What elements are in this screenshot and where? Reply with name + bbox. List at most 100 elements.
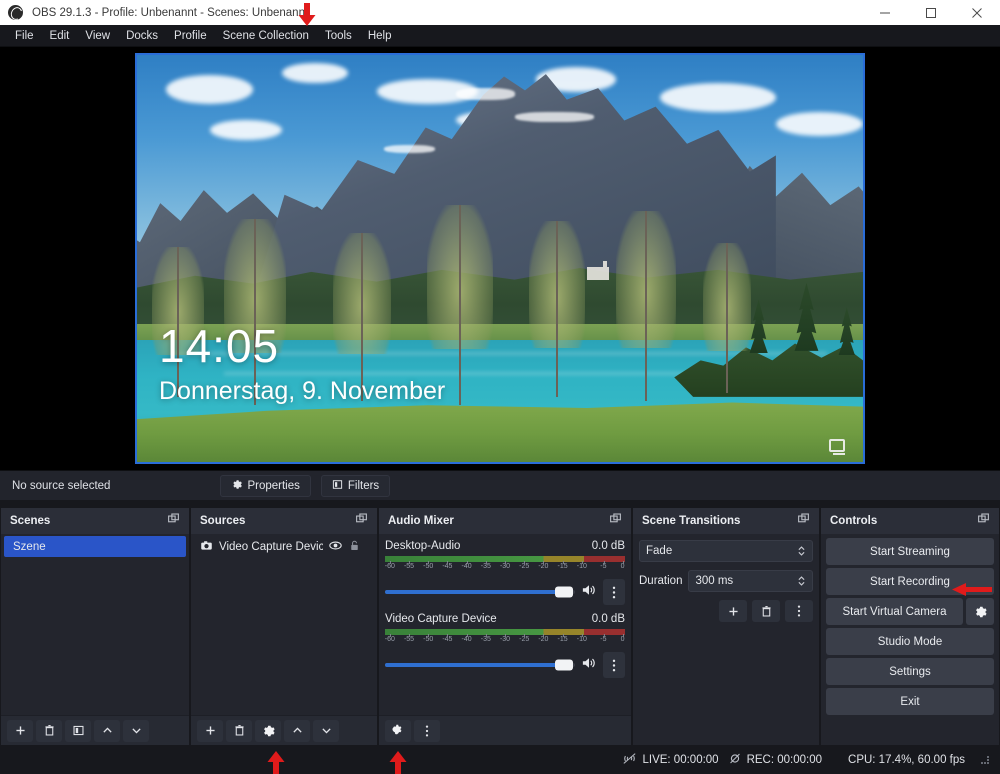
tick: -30 xyxy=(499,561,511,570)
speaker-icon[interactable] xyxy=(581,656,597,675)
menu-edit[interactable]: Edit xyxy=(42,27,78,45)
chevron-updown-icon[interactable] xyxy=(797,544,806,558)
tick: -40 xyxy=(461,634,472,643)
gear-icon xyxy=(231,479,243,493)
audio-meter-ticks: -60 -55 -50 -45 -40 -35 -30 -25 -20 -15 … xyxy=(385,561,625,574)
network-screen-icon xyxy=(829,439,845,455)
audio-channels: Desktop-Audio 0.0 dB -60 -55 -50 -45 -40… xyxy=(379,534,631,715)
audio-mixer-dock: Audio Mixer Desktop-Audio 0.0 dB -60 -55… xyxy=(379,508,631,745)
remove-source-button[interactable] xyxy=(226,719,252,742)
cpu-stats: CPU: 17.4%, 60.00 fps xyxy=(848,753,965,766)
start-virtual-camera-button[interactable]: Start Virtual Camera xyxy=(826,598,963,625)
tick: -40 xyxy=(461,561,472,570)
audio-mixer-toolbar xyxy=(379,715,631,745)
transition-properties-button[interactable] xyxy=(785,600,813,622)
source-properties-button[interactable] xyxy=(255,719,281,742)
remove-transition-button[interactable] xyxy=(752,600,780,622)
menu-docks[interactable]: Docks xyxy=(118,27,166,45)
resize-grip-icon[interactable] xyxy=(980,755,990,765)
properties-label: Properties xyxy=(247,479,300,492)
tick: -20 xyxy=(538,634,549,643)
speaker-icon[interactable] xyxy=(581,583,597,602)
tick: -55 xyxy=(403,561,415,570)
controls-title: Controls xyxy=(830,515,878,527)
popout-icon[interactable] xyxy=(797,512,810,530)
close-icon[interactable] xyxy=(954,0,1000,25)
audio-meter: -60 -55 -50 -45 -40 -35 -30 -25 -20 -15 … xyxy=(385,556,625,574)
volume-slider[interactable] xyxy=(385,659,575,671)
filters-button[interactable]: Filters xyxy=(320,474,391,497)
controls-dock: Controls Start Streaming Start Recording… xyxy=(821,508,999,745)
chevron-updown-icon[interactable] xyxy=(797,574,806,588)
menu-help[interactable]: Help xyxy=(360,27,400,45)
tick: -5 xyxy=(600,561,607,570)
transition-value: Fade xyxy=(646,545,673,557)
virtual-camera-settings-button[interactable] xyxy=(966,598,994,625)
sources-toolbar xyxy=(191,715,377,745)
menu-bar: File Edit View Docks Profile Scene Colle… xyxy=(0,25,1000,47)
menu-tools[interactable]: Tools xyxy=(317,27,360,45)
settings-button[interactable]: Settings xyxy=(826,658,994,685)
castle xyxy=(587,260,610,280)
add-transition-button[interactable] xyxy=(719,600,747,622)
menu-profile[interactable]: Profile xyxy=(166,27,215,45)
tick: -5 xyxy=(600,634,607,643)
studio-mode-button[interactable]: Studio Mode xyxy=(826,628,994,655)
start-recording-button[interactable]: Start Recording xyxy=(826,568,994,595)
sources-list[interactable]: Video Capture Devic xyxy=(191,534,377,715)
scene-transitions-body: Fade Duration 300 ms xyxy=(633,534,819,745)
rec-status: REC: 00:00:00 xyxy=(728,752,822,768)
audio-channel: Desktop-Audio 0.0 dB -60 -55 -50 -45 -40… xyxy=(379,534,631,607)
move-source-up-button[interactable] xyxy=(284,719,310,742)
tick: -35 xyxy=(480,634,491,643)
scene-item[interactable]: Szene xyxy=(4,536,186,557)
scene-capture-image: 14:05 Donnerstag, 9. November xyxy=(137,55,863,462)
lock-screen-date: Donnerstag, 9. November xyxy=(159,377,446,405)
remove-scene-button[interactable] xyxy=(36,719,62,742)
preview-canvas[interactable]: 14:05 Donnerstag, 9. November xyxy=(135,53,865,464)
live-inactive-icon xyxy=(622,752,637,768)
tick: 0 xyxy=(620,561,625,570)
start-streaming-button[interactable]: Start Streaming xyxy=(826,538,994,565)
scenes-list[interactable]: Szene xyxy=(1,534,189,715)
add-scene-button[interactable] xyxy=(7,719,33,742)
exit-button[interactable]: Exit xyxy=(826,688,994,715)
audio-channel-menu-button[interactable] xyxy=(603,652,625,678)
volume-slider-handle[interactable] xyxy=(554,659,573,671)
move-scene-up-button[interactable] xyxy=(94,719,120,742)
menu-scene-collection[interactable]: Scene Collection xyxy=(215,27,317,45)
popout-icon[interactable] xyxy=(609,512,622,530)
audio-channel-db: 0.0 dB xyxy=(591,540,625,552)
transition-select[interactable]: Fade xyxy=(639,540,813,562)
menu-file[interactable]: File xyxy=(7,27,42,45)
popout-icon[interactable] xyxy=(167,512,180,530)
audio-mixer-title: Audio Mixer xyxy=(388,515,454,527)
controls-header: Controls xyxy=(821,508,999,534)
move-scene-down-button[interactable] xyxy=(123,719,149,742)
duration-value: 300 ms xyxy=(695,575,734,587)
audio-channel-menu-button[interactable] xyxy=(603,579,625,605)
source-item[interactable]: Video Capture Devic xyxy=(194,536,374,557)
duration-input[interactable]: 300 ms xyxy=(688,570,813,592)
window-title: OBS 29.1.3 - Profile: Unbenannt - Scenes… xyxy=(32,6,309,19)
tick: -50 xyxy=(423,561,434,570)
volume-slider-handle[interactable] xyxy=(554,586,573,598)
scene-filters-button[interactable] xyxy=(65,719,91,742)
move-source-down-button[interactable] xyxy=(313,719,339,742)
preview-area: 14:05 Donnerstag, 9. November xyxy=(0,47,1000,470)
title-bar: OBS 29.1.3 - Profile: Unbenannt - Scenes… xyxy=(0,0,1000,25)
minimize-icon[interactable] xyxy=(862,0,908,25)
audio-mixer-menu-button[interactable] xyxy=(414,719,440,742)
menu-view[interactable]: View xyxy=(77,27,118,45)
volume-slider[interactable] xyxy=(385,586,575,598)
maximize-icon[interactable] xyxy=(908,0,954,25)
unlocked-padlock-icon[interactable] xyxy=(348,539,361,555)
popout-icon[interactable] xyxy=(977,512,990,530)
properties-button[interactable]: Properties xyxy=(220,474,311,497)
popout-icon[interactable] xyxy=(355,512,368,530)
eye-icon[interactable] xyxy=(329,539,342,555)
audio-advanced-properties-button[interactable] xyxy=(385,719,411,742)
add-source-button[interactable] xyxy=(197,719,223,742)
audio-channel-name: Video Capture Device xyxy=(385,613,497,625)
tick: -15 xyxy=(557,634,568,643)
